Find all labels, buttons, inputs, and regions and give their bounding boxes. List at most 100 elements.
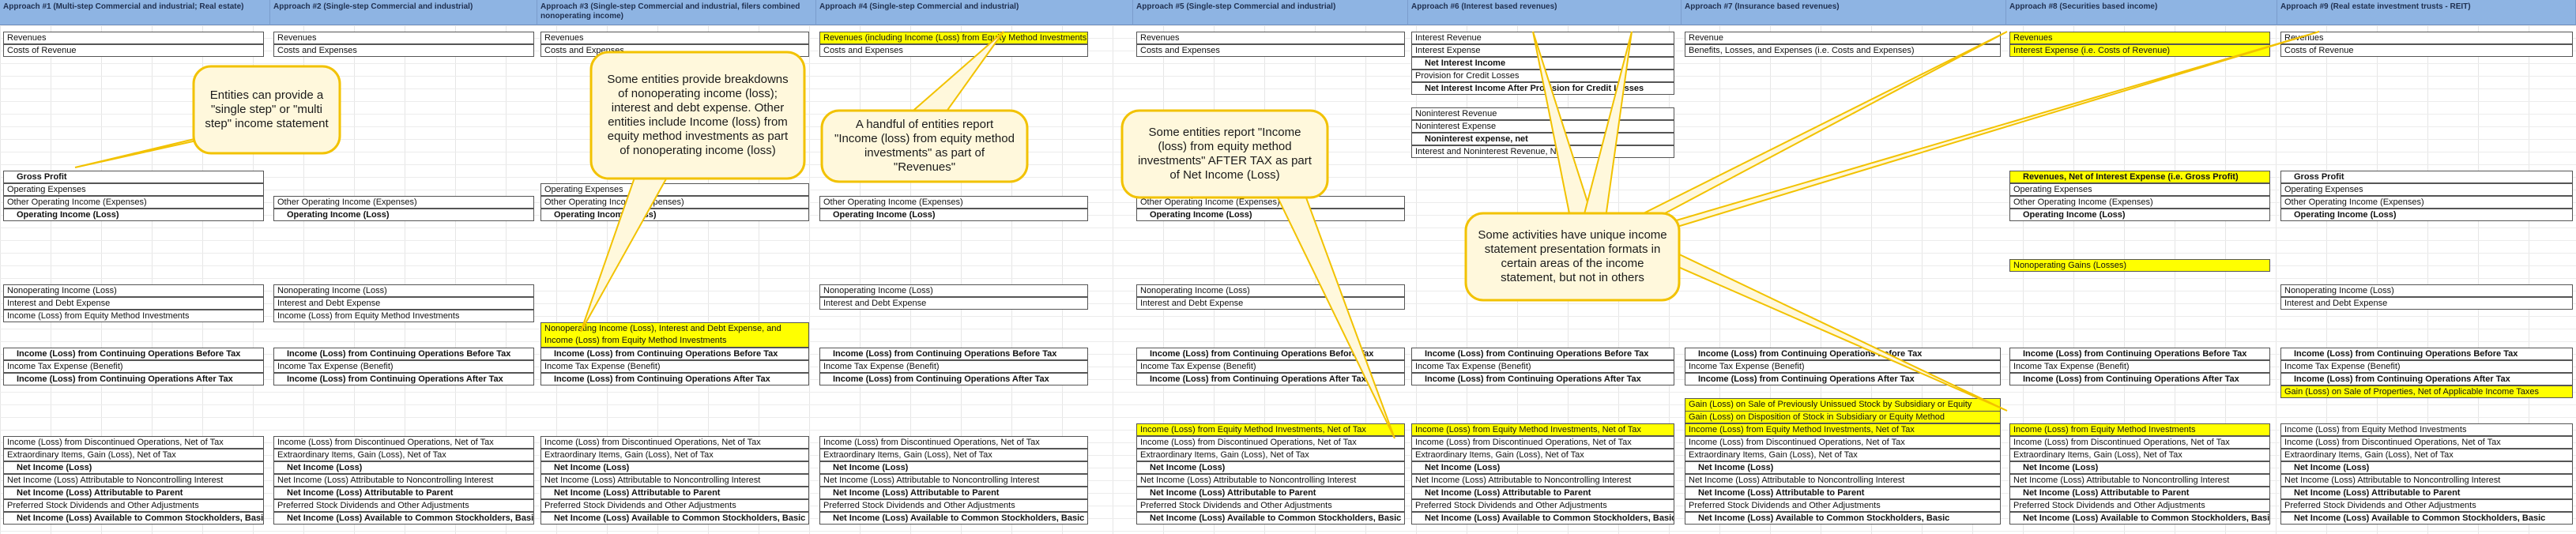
- line-item-cell[interactable]: Net Income (Loss) Attributable to Parent: [273, 487, 534, 499]
- line-item-cell[interactable]: Net Income (Loss): [1411, 461, 1674, 474]
- line-item-cell[interactable]: Net Income (Loss) Available to Common St…: [540, 512, 809, 525]
- line-item-cell[interactable]: Nonoperating Income (Loss): [2280, 284, 2573, 297]
- line-item-cell[interactable]: Operating Income (Loss): [3, 209, 264, 221]
- line-item-cell[interactable]: Net Income (Loss): [2280, 461, 2573, 474]
- line-item-cell[interactable]: Net Income (Loss) Attributable to Parent: [1136, 487, 1405, 499]
- line-item-cell[interactable]: Noninterest expense, net: [1411, 133, 1674, 145]
- line-item-cell[interactable]: Revenue: [1685, 32, 2001, 44]
- line-item-cell[interactable]: Interest Expense (i.e. Costs of Revenue): [2009, 44, 2270, 57]
- line-item-cell[interactable]: Operating Income (Loss): [819, 209, 1088, 221]
- line-item-cell[interactable]: Revenues (including Income (Loss) from E…: [819, 32, 1088, 44]
- line-item-cell[interactable]: Income (Loss) from Continuing Operations…: [3, 348, 264, 360]
- line-item-cell[interactable]: Preferred Stock Dividends and Other Adju…: [1411, 499, 1674, 512]
- line-item-cell[interactable]: Operating Income (Loss): [2280, 209, 2573, 221]
- line-item-cell[interactable]: Operating Expenses: [2280, 183, 2573, 196]
- line-item-cell[interactable]: Income (Loss) from Continuing Operations…: [2009, 373, 2270, 385]
- line-item-cell[interactable]: Interest and Debt Expense: [2280, 297, 2573, 310]
- line-item-cell[interactable]: Revenues: [3, 32, 264, 44]
- line-item-cell[interactable]: Net Income (Loss): [273, 461, 534, 474]
- line-item-cell[interactable]: Income (Loss) from Discontinued Operatio…: [1136, 436, 1405, 449]
- line-item-cell[interactable]: Revenues: [2009, 32, 2270, 44]
- line-item-cell[interactable]: Other Operating Income (Expenses): [3, 196, 264, 209]
- line-item-cell[interactable]: Preferred Stock Dividends and Other Adju…: [2280, 499, 2573, 512]
- line-item-cell[interactable]: Nonoperating Income (Loss): [819, 284, 1088, 297]
- line-item-cell[interactable]: Net Income (Loss) Attributable to Noncon…: [273, 474, 534, 487]
- line-item-cell[interactable]: Extraordinary Items, Gain (Loss), Net of…: [540, 449, 809, 461]
- line-item-cell[interactable]: Income Tax Expense (Benefit): [3, 360, 264, 373]
- line-item-cell[interactable]: Extraordinary Items, Gain (Loss), Net of…: [1411, 449, 1674, 461]
- column-header[interactable]: Approach #8 (Securities based income): [2006, 0, 2277, 25]
- line-item-cell[interactable]: Net Income (Loss): [540, 461, 809, 474]
- line-item-cell[interactable]: Revenues: [1136, 32, 1405, 44]
- line-item-cell[interactable]: Income (Loss) from Equity Method Investm…: [2280, 423, 2573, 436]
- column-header[interactable]: Approach #3 (Single-step Commercial and …: [537, 0, 816, 25]
- line-item-cell[interactable]: Net Income (Loss): [819, 461, 1088, 474]
- column-header[interactable]: Approach #1 (Multi-step Commercial and i…: [0, 0, 270, 25]
- line-item-cell[interactable]: Income (Loss) from Discontinued Operatio…: [273, 436, 534, 449]
- line-item-cell[interactable]: Costs of Revenue: [2280, 44, 2573, 57]
- line-item-cell[interactable]: Net Income (Loss) Available to Common St…: [273, 512, 534, 525]
- line-item-cell[interactable]: Income (Loss) from Continuing Operations…: [540, 373, 809, 385]
- column-header[interactable]: Approach #2 (Single-step Commercial and …: [270, 0, 537, 25]
- line-item-cell[interactable]: Gain (Loss) on Disposition of Stock in S…: [1685, 411, 2001, 423]
- line-item-cell[interactable]: Operating Expenses: [3, 183, 264, 196]
- line-item-cell[interactable]: Extraordinary Items, Gain (Loss), Net of…: [1685, 449, 2001, 461]
- line-item-cell[interactable]: Income Tax Expense (Benefit): [1136, 360, 1405, 373]
- line-item-cell[interactable]: Interest and Debt Expense: [3, 297, 264, 310]
- line-item-cell[interactable]: Income (Loss) from Continuing Operations…: [2009, 348, 2270, 360]
- line-item-cell[interactable]: Income (Loss) from Continuing Operations…: [1136, 348, 1405, 360]
- column-header[interactable]: Approach #6 (Interest based revenues): [1408, 0, 1682, 25]
- line-item-cell[interactable]: Net Interest Income: [1411, 57, 1674, 70]
- line-item-cell[interactable]: Income (Loss) from Discontinued Operatio…: [1685, 436, 2001, 449]
- line-item-cell[interactable]: Income Tax Expense (Benefit): [1685, 360, 2001, 373]
- line-item-cell[interactable]: Income (Loss) from Equity Method Investm…: [1685, 423, 2001, 436]
- line-item-cell[interactable]: Nonoperating Income (Loss): [273, 284, 534, 297]
- line-item-cell[interactable]: Noninterest Revenue: [1411, 107, 1674, 120]
- line-item-cell[interactable]: Extraordinary Items, Gain (Loss), Net of…: [3, 449, 264, 461]
- line-item-cell[interactable]: Income (Loss) from Discontinued Operatio…: [2009, 436, 2270, 449]
- line-item-cell[interactable]: Costs and Expenses: [819, 44, 1088, 57]
- line-item-cell[interactable]: Operating Expenses: [540, 183, 809, 196]
- line-item-cell[interactable]: Income (Loss) from Equity Method Investm…: [3, 310, 264, 322]
- line-item-cell[interactable]: Net Income (Loss) Attributable to Parent: [2009, 487, 2270, 499]
- line-item-cell[interactable]: Income (Loss) from Continuing Operations…: [1685, 373, 2001, 385]
- line-item-cell[interactable]: Net Income (Loss): [3, 461, 264, 474]
- line-item-cell[interactable]: Net Income (Loss) Attributable to Noncon…: [1411, 474, 1674, 487]
- line-item-cell[interactable]: Net Income (Loss) Attributable to Noncon…: [540, 474, 809, 487]
- line-item-cell[interactable]: Preferred Stock Dividends and Other Adju…: [1685, 499, 2001, 512]
- line-item-cell[interactable]: Revenues: [540, 32, 809, 44]
- line-item-cell[interactable]: Income Tax Expense (Benefit): [540, 360, 809, 373]
- line-item-cell[interactable]: Net Income (Loss) Attributable to Parent: [540, 487, 809, 499]
- line-item-cell[interactable]: Net Income (Loss) Attributable to Parent: [1685, 487, 2001, 499]
- line-item-cell[interactable]: Income (Loss) from Continuing Operations…: [1411, 348, 1674, 360]
- line-item-cell[interactable]: Nonoperating Income (Loss): [3, 284, 264, 297]
- line-item-cell[interactable]: Other Operating Income (Expenses): [540, 196, 809, 209]
- line-item-cell[interactable]: Interest Revenue: [1411, 32, 1674, 44]
- column-header[interactable]: Approach #7 (Insurance based revenues): [1682, 0, 2006, 25]
- line-item-cell[interactable]: Revenues: [2280, 32, 2573, 44]
- line-item-cell[interactable]: Preferred Stock Dividends and Other Adju…: [273, 499, 534, 512]
- line-item-cell[interactable]: Operating Income (Loss): [2009, 209, 2270, 221]
- line-item-cell[interactable]: Income (Loss) from Discontinued Operatio…: [540, 436, 809, 449]
- line-item-cell[interactable]: Income (Loss) from Discontinued Operatio…: [819, 436, 1088, 449]
- line-item-cell[interactable]: Gross Profit: [2280, 171, 2573, 183]
- line-item-cell[interactable]: Other Operating Income (Expenses): [2280, 196, 2573, 209]
- line-item-cell[interactable]: Nonoperating Income (Loss): [1136, 284, 1405, 297]
- line-item-cell[interactable]: Nonoperating Income (Loss), Interest and…: [540, 322, 809, 348]
- line-item-cell[interactable]: Net Income (Loss) Available to Common St…: [2280, 512, 2573, 525]
- line-item-cell[interactable]: Income (Loss) from Equity Method Investm…: [1411, 423, 1674, 436]
- line-item-cell[interactable]: Operating Income (Loss): [540, 209, 809, 221]
- line-item-cell[interactable]: Income (Loss) from Discontinued Operatio…: [1411, 436, 1674, 449]
- line-item-cell[interactable]: Income Tax Expense (Benefit): [2280, 360, 2573, 373]
- line-item-cell[interactable]: Benefits, Losses, and Expenses (i.e. Cos…: [1685, 44, 2001, 57]
- line-item-cell[interactable]: Net Income (Loss): [1685, 461, 2001, 474]
- line-item-cell[interactable]: Costs and Expenses: [273, 44, 534, 57]
- line-item-cell[interactable]: Operating Income (Loss): [273, 209, 534, 221]
- line-item-cell[interactable]: Net Income (Loss) Available to Common St…: [1136, 512, 1405, 525]
- line-item-cell[interactable]: Income (Loss) from Discontinued Operatio…: [3, 436, 264, 449]
- line-item-cell[interactable]: Preferred Stock Dividends and Other Adju…: [3, 499, 264, 512]
- line-item-cell[interactable]: Income (Loss) from Continuing Operations…: [819, 373, 1088, 385]
- line-item-cell[interactable]: Operating Income (Loss): [1136, 209, 1405, 221]
- line-item-cell[interactable]: Net Income (Loss): [2009, 461, 2270, 474]
- line-item-cell[interactable]: Income (Loss) from Equity Method Investm…: [2009, 423, 2270, 436]
